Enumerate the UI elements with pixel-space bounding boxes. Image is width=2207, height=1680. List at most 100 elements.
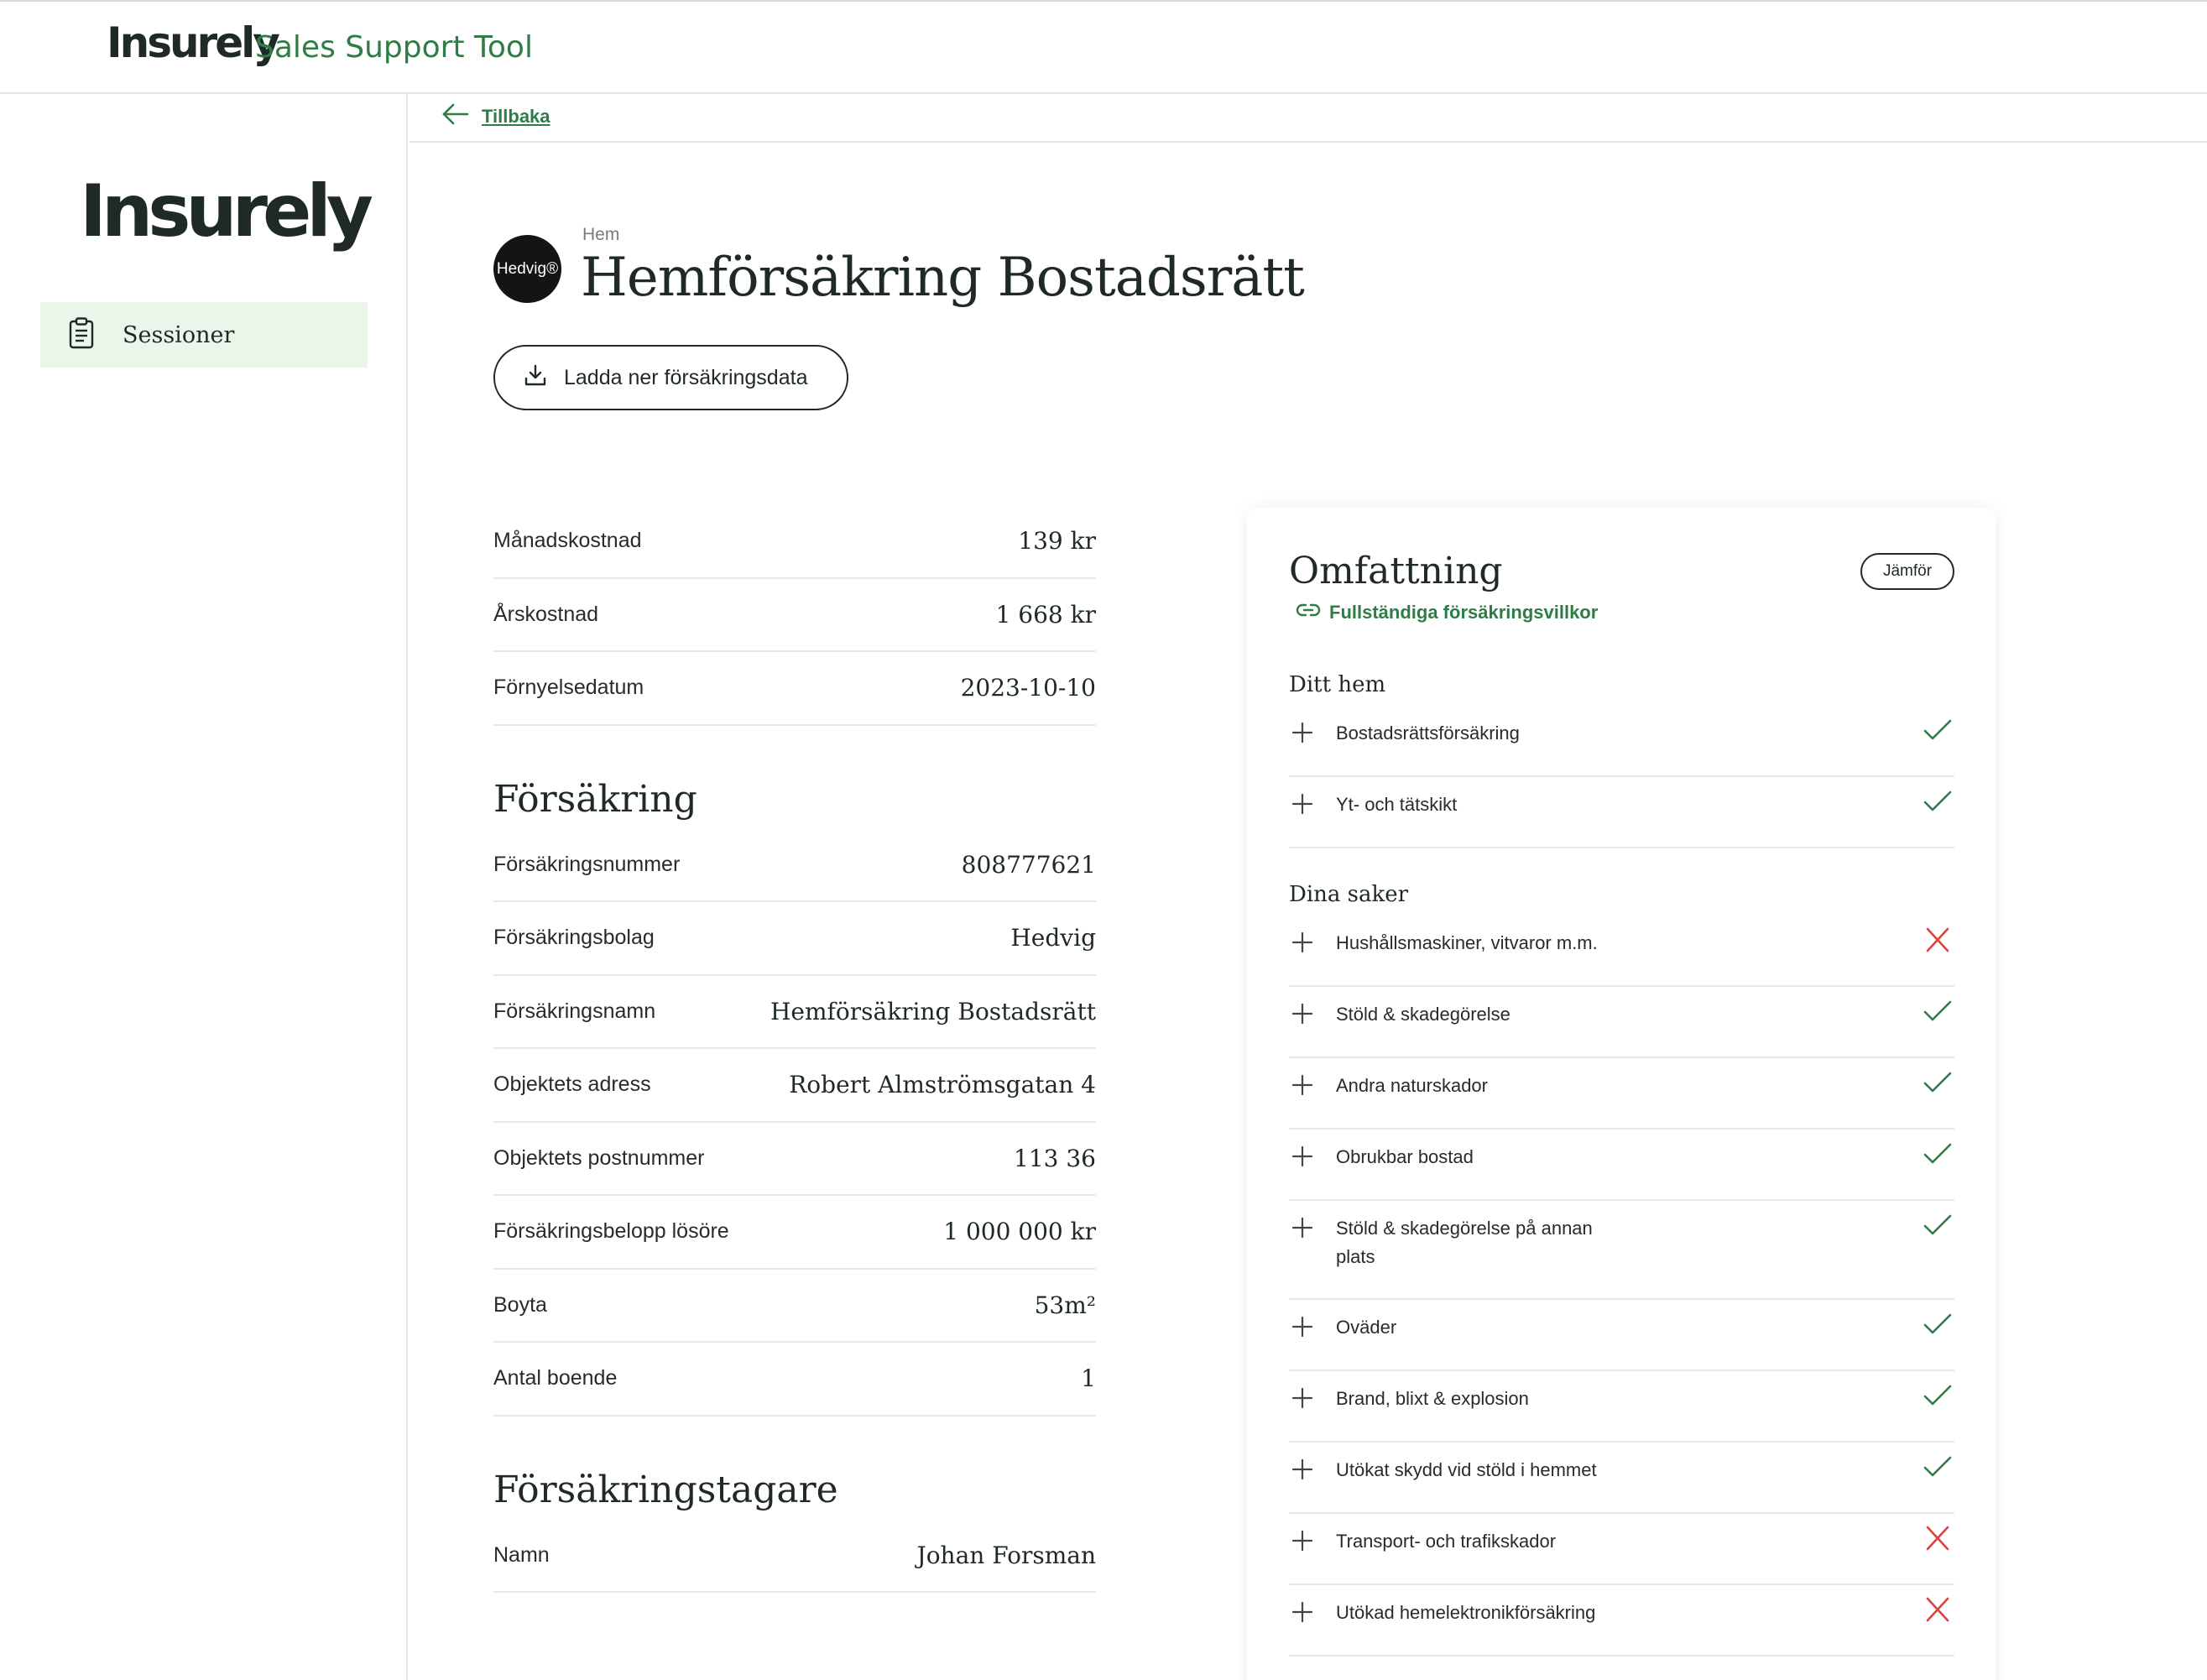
detail-value: Hemförsäkring Bostadsrätt	[770, 997, 1096, 1025]
check-icon	[1923, 999, 1953, 1028]
coverage-item-label: Brand, blixt & explosion	[1336, 1388, 1529, 1409]
sidebar-logo: Insurely	[80, 170, 373, 253]
link-icon	[1296, 602, 1321, 623]
cross-icon	[1923, 927, 1953, 957]
detail-row: Försäkringsnummer 808777621	[493, 829, 1096, 902]
coverage-item-label: Obrukbar bostad	[1336, 1146, 1474, 1167]
detail-value: 1	[1081, 1364, 1096, 1393]
coverage-item[interactable]: Stöld & skadegörelse på annan plats	[1289, 1201, 1954, 1300]
check-icon	[1923, 1213, 1953, 1242]
back-link[interactable]: Tillbaka	[441, 102, 550, 131]
detail-label: Månadskostnad	[493, 529, 642, 553]
coverage-item-label: Transport- och trafikskador	[1336, 1531, 1557, 1552]
coverage-item[interactable]: Obrukbar bostad	[1289, 1130, 1954, 1201]
coverage-item-label: Utökat skydd vid stöld i hemmet	[1336, 1459, 1597, 1480]
coverage-item[interactable]: Andra naturskador	[1289, 1058, 1954, 1130]
brand-logo[interactable]: Insurely	[107, 18, 280, 67]
tool-name: Sales Support Tool	[255, 30, 533, 65]
detail-label: Boyta	[493, 1292, 547, 1317]
sidebar-item-sessioner[interactable]: Sessioner	[40, 302, 368, 368]
coverage-item[interactable]: Transport- och trafikskador	[1289, 1514, 1954, 1585]
clipboard-icon	[69, 316, 94, 353]
cost-list: Månadskostnad 139 kr Årskostnad 1 668 kr F…	[493, 505, 1096, 726]
check-icon	[1923, 1141, 1953, 1171]
detail-row: Försäkringsbelopp lösöre 1 000 000 kr	[493, 1196, 1096, 1270]
coverage-item-label: Utökad hemelektronikförsäkring	[1336, 1602, 1596, 1623]
detail-label: Försäkringsbelopp lösöre	[493, 1219, 729, 1244]
coverage-group-title: Dina saker	[1289, 882, 1409, 907]
check-icon	[1923, 717, 1953, 747]
policyholder-section-title: Försäkringstagare	[493, 1468, 838, 1511]
detail-label: Försäkringsnummer	[493, 852, 681, 876]
plus-icon[interactable]	[1291, 1458, 1314, 1485]
coverage-item[interactable]: Oväder	[1289, 1300, 1954, 1371]
download-label: Ladda ner försäkringsdata	[564, 365, 808, 389]
detail-row: Försäkringsnamn Hemförsäkring Bostadsrätt	[493, 976, 1096, 1049]
plus-icon[interactable]	[1291, 1002, 1314, 1030]
detail-value: Johan Forsman	[916, 1541, 1096, 1569]
company-avatar: Hedvig®	[493, 235, 561, 303]
coverage-item-label: Bostadsrättsförsäkring	[1336, 723, 1520, 743]
coverage-item-label: Yt- och tätskikt	[1336, 794, 1458, 815]
detail-label: Försäkringsbolag	[493, 926, 655, 950]
detail-row: Månadskostnad 139 kr	[493, 505, 1096, 579]
detail-label: Objektets postnummer	[493, 1145, 705, 1170]
coverage-item[interactable]: Stöld & skadegörelse	[1289, 987, 1954, 1058]
plus-icon[interactable]	[1291, 1600, 1314, 1628]
cross-icon	[1923, 1526, 1953, 1555]
compare-button[interactable]: Jämför	[1860, 553, 1954, 590]
coverage-card: Omfattning Jämför Fullständiga försäkrin…	[1247, 508, 1996, 1680]
plus-icon[interactable]	[1291, 1145, 1314, 1172]
detail-label: Namn	[493, 1542, 550, 1567]
coverage-item[interactable]: Bostadsrättsförsäkring	[1289, 706, 1954, 777]
plus-icon[interactable]	[1291, 792, 1314, 820]
back-bar: Tillbaka	[410, 94, 2207, 143]
detail-label: Antal boende	[493, 1366, 618, 1390]
coverage-group: Ditt hem Bostadsrättsförsäkring Yt- och tä…	[1289, 672, 1954, 848]
policy-details: Månadskostnad 139 kr Årskostnad 1 668 kr F…	[493, 505, 1096, 1593]
download-data-button[interactable]: Ladda ner försäkringsdata	[493, 345, 848, 410]
download-icon	[524, 363, 547, 393]
terms-label[interactable]: Fullständiga försäkringsvillkor	[1329, 602, 1598, 623]
coverage-item-label: Stöld & skadegörelse på annan plats	[1336, 1218, 1593, 1267]
detail-value: 53m²	[1034, 1291, 1096, 1319]
coverage-group-title: Ditt hem	[1289, 672, 1386, 697]
coverage-item[interactable]: Yt- och tätskikt	[1289, 777, 1954, 848]
detail-label: Årskostnad	[493, 602, 599, 626]
insurance-list: Försäkringsnummer 808777621 Försäkringsbo…	[493, 829, 1096, 1417]
plus-icon[interactable]	[1291, 1216, 1314, 1244]
plus-icon[interactable]	[1291, 1529, 1314, 1557]
back-label[interactable]: Tillbaka	[482, 106, 550, 128]
coverage-item-label: Andra naturskador	[1336, 1075, 1488, 1096]
coverage-item-label: Hushållsmaskiner, vitvaror m.m.	[1336, 932, 1598, 953]
detail-row: Boyta 53m²	[493, 1270, 1096, 1343]
policy-category: Hem	[582, 225, 620, 244]
sidebar-item-label: Sessioner	[123, 321, 235, 348]
detail-label: Objektets adress	[493, 1072, 651, 1097]
detail-value: 1 000 000 kr	[943, 1218, 1096, 1246]
coverage-item-label: Oväder	[1336, 1317, 1397, 1338]
plus-icon[interactable]	[1291, 721, 1314, 749]
plus-icon[interactable]	[1291, 1386, 1314, 1414]
policyholder-list: Namn Johan Forsman	[493, 1520, 1096, 1593]
terms-link[interactable]: Fullständiga försäkringsvillkor	[1296, 602, 1598, 623]
plus-icon[interactable]	[1291, 1315, 1314, 1343]
coverage-item[interactable]: Hushållsmaskiner, vitvaror m.m.	[1289, 916, 1954, 987]
page-title: Hemförsäkring Bostadsrätt	[581, 247, 1305, 309]
coverage-item[interactable]: Brand, blixt & explosion	[1289, 1371, 1954, 1443]
plus-icon[interactable]	[1291, 1073, 1314, 1101]
coverage-item[interactable]: Utökad hemelektronikförsäkring	[1289, 1585, 1954, 1657]
check-icon	[1923, 789, 1953, 818]
check-icon	[1923, 1312, 1953, 1341]
coverage-item[interactable]: Utökat skydd vid stöld i hemmet	[1289, 1443, 1954, 1514]
plus-icon[interactable]	[1291, 931, 1314, 958]
cross-icon	[1923, 1597, 1953, 1626]
top-bar: Insurely Sales Support Tool	[0, 0, 2207, 94]
check-icon	[1923, 1383, 1953, 1412]
sidebar: Insurely Sessioner	[0, 94, 408, 1680]
insurance-section-title: Försäkring	[493, 777, 697, 821]
detail-value: 139 kr	[1018, 527, 1096, 556]
detail-value: 1 668 kr	[995, 600, 1096, 629]
detail-row: Objektets postnummer 113 36	[493, 1123, 1096, 1196]
coverage-group: Dina saker Hushållsmaskiner, vitvaror m.m…	[1289, 882, 1954, 1657]
